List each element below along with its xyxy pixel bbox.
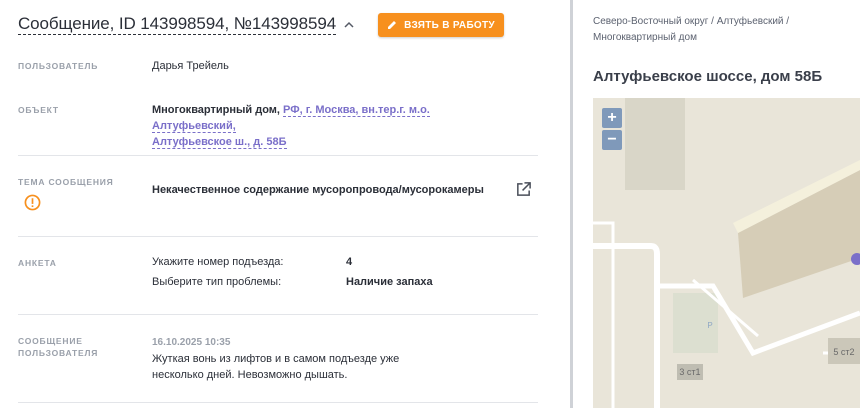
anketa-question: Выберите тип проблемы: — [152, 276, 282, 288]
map[interactable]: 3 ст1 5 ст2 P + − — [593, 98, 860, 408]
divider — [18, 155, 538, 156]
user-name: Дарья Трейель — [152, 60, 229, 72]
user-message-label-1: СООБЩЕНИЕ — [18, 336, 83, 346]
zoom-controls: + − — [602, 108, 622, 152]
anketa-label: АНКЕТА — [18, 258, 57, 268]
divider — [18, 236, 538, 237]
divider — [18, 402, 538, 403]
map-canvas: 3 ст1 5 ст2 P — [593, 98, 860, 408]
user-label: ПОЛЬЗОВАТЕЛЬ — [18, 61, 99, 71]
message-date: 16.10.2025 10:35 — [152, 337, 231, 348]
warning-icon — [24, 194, 41, 211]
message-details-panel: Сообщение, ID 143998594, №143998594 ВЗЯТ… — [0, 0, 570, 408]
object-value: Многоквартирный дом, РФ, г. Москва, вн.т… — [152, 102, 512, 150]
object-type: Многоквартирный дом, — [152, 104, 280, 116]
take-to-work-button[interactable]: ВЗЯТЬ В РАБОТУ — [378, 13, 504, 37]
map-block — [625, 98, 685, 190]
message-header: Сообщение, ID 143998594, №143998594 — [18, 14, 354, 35]
map-label-building: 3 ст1 — [679, 367, 700, 377]
object-label: ОБЪЕКТ — [18, 105, 59, 115]
divider — [18, 314, 538, 315]
anketa-answer: Наличие запаха — [346, 276, 433, 288]
user-message-label-2: ПОЛЬЗОВАТЕЛЯ — [18, 348, 99, 358]
zoom-out-button[interactable]: − — [602, 130, 622, 150]
location-title: Алтуфьевское шоссе, дом 58Б — [593, 68, 823, 85]
pencil-icon — [388, 21, 397, 29]
map-label-building: 5 ст2 — [833, 347, 854, 357]
take-to-work-label: ВЗЯТЬ В РАБОТУ — [404, 19, 495, 31]
external-link-icon[interactable] — [515, 181, 532, 198]
anketa-question: Укажите номер подъезда: — [152, 256, 284, 268]
anketa-answer: 4 — [346, 256, 353, 268]
message-title[interactable]: Сообщение, ID 143998594, №143998594 — [18, 14, 336, 35]
message-text: Жуткая вонь из лифтов и в самом подъезде… — [152, 353, 400, 381]
topic-value: Некачественное содержание мусоропровода/… — [152, 184, 484, 196]
topic-label: ТЕМА СООБЩЕНИЯ — [18, 177, 114, 187]
location-panel: Северо-Восточный округ / Алтуфьевский / … — [573, 0, 860, 408]
breadcrumb: Северо-Восточный округ / Алтуфьевский / … — [593, 14, 853, 46]
object-address-link-2[interactable]: Алтуфьевское ш., д. 58Б — [152, 136, 287, 149]
chevron-up-icon[interactable] — [344, 20, 354, 30]
map-parking-label: P — [707, 321, 712, 330]
zoom-in-button[interactable]: + — [602, 108, 622, 128]
breadcrumb-line-2[interactable]: Многоквартирный дом — [593, 30, 853, 46]
breadcrumb-line-1[interactable]: Северо-Восточный округ / Алтуфьевский / — [593, 14, 853, 30]
